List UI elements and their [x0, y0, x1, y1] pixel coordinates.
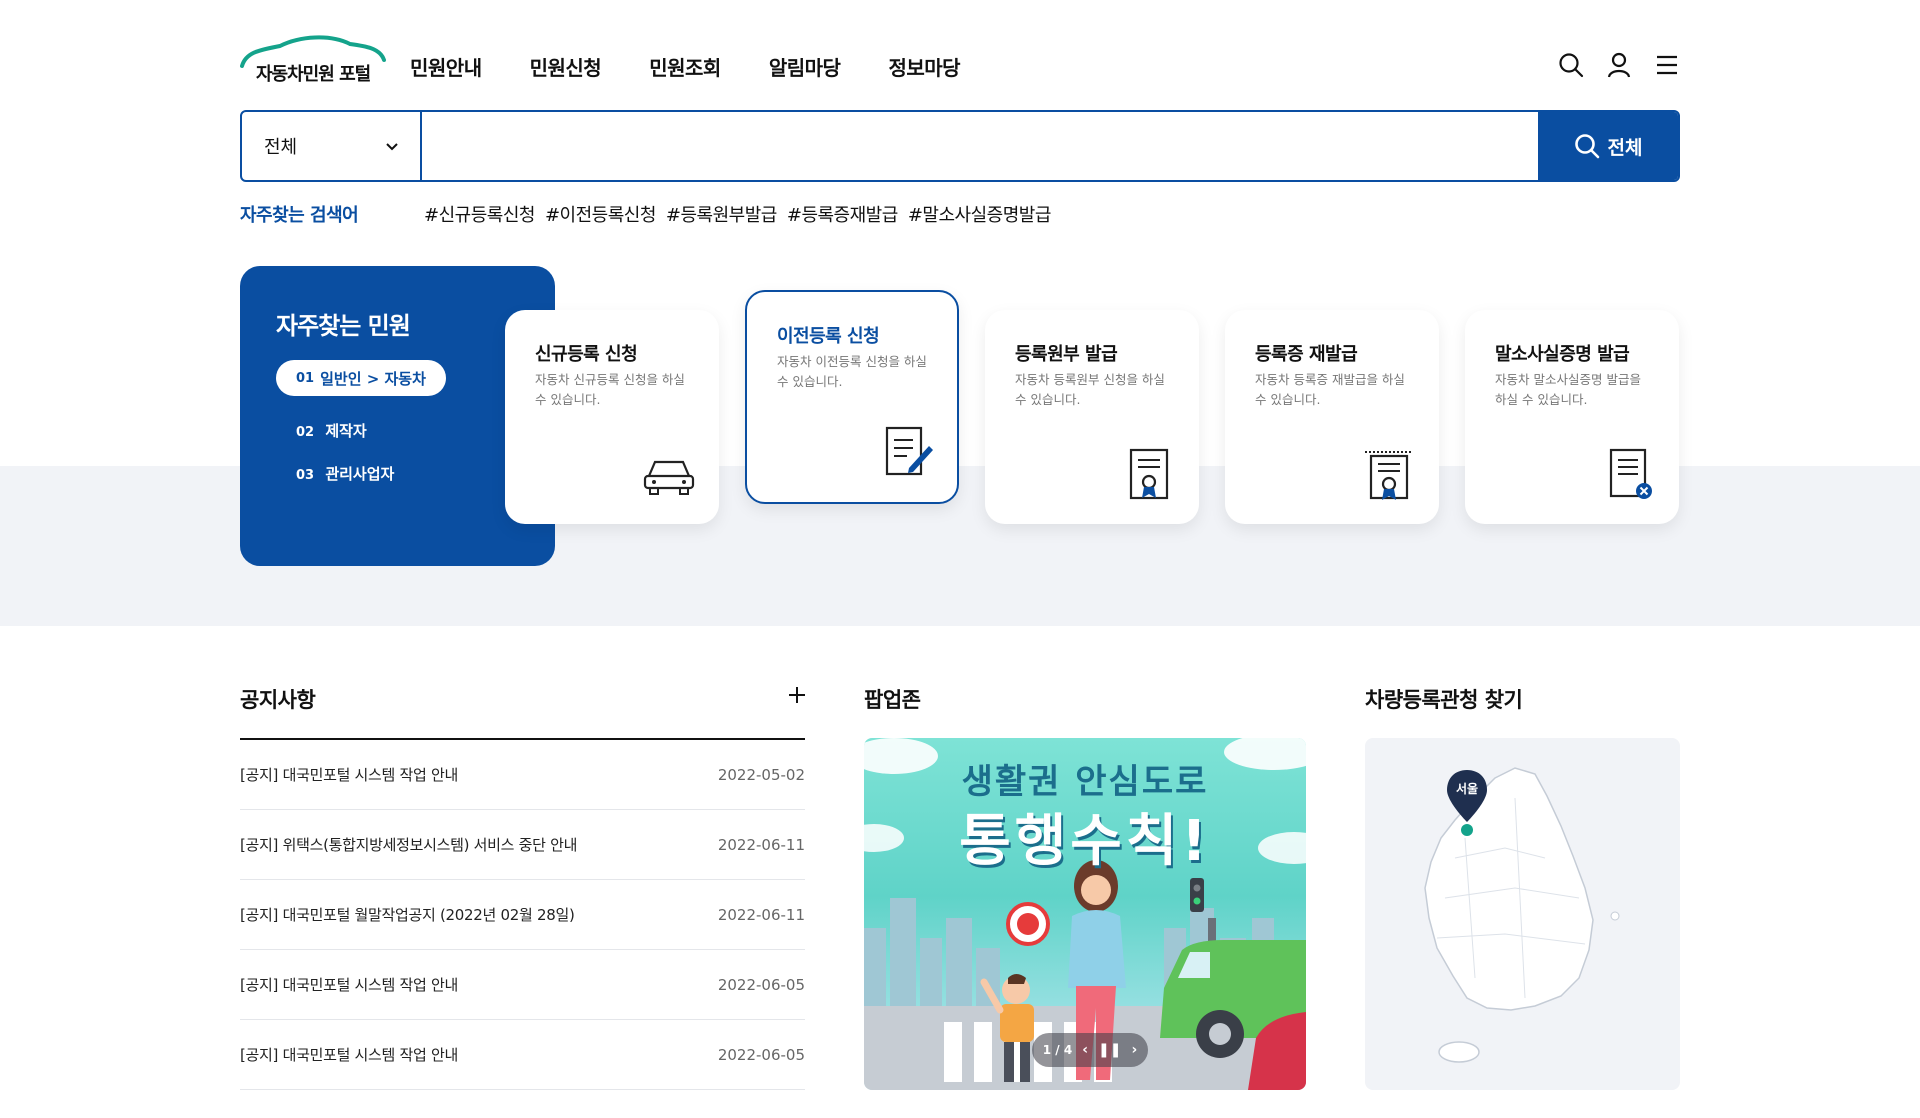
- search-category-value: 전체: [264, 137, 298, 158]
- card-title: 신규등록 신청: [535, 344, 638, 365]
- card-certificate-reissue[interactable]: 등록증 재발급 자동차 등록증 재발급을 하실 수 있습니다.: [1225, 310, 1439, 524]
- notice-text: [공지] 대국민포털 월말작업공지 (2022년 02월 28일): [240, 906, 575, 924]
- tab-general-car[interactable]: 01 일반인 > 자동차: [276, 360, 446, 396]
- office-finder-map[interactable]: 서울: [1365, 738, 1680, 1090]
- card-title: 등록원부 발급: [1015, 344, 1118, 365]
- menu-icon[interactable]: [1654, 52, 1680, 78]
- map-pin-label: 서울: [1455, 782, 1479, 796]
- frequent-services-title: 자주찾는 민원: [276, 312, 411, 340]
- keyword-item[interactable]: #말소사실증명발급: [908, 201, 1052, 227]
- card-deregistration-proof[interactable]: 말소사실증명 발급 자동차 말소사실증명 발급을 하실 수 있습니다.: [1465, 310, 1679, 524]
- car-icon: [643, 460, 695, 495]
- search-icon[interactable]: [1558, 52, 1584, 78]
- popup-pager: 1 / 4: [1042, 1043, 1073, 1057]
- nav-guide[interactable]: 민원안내: [410, 52, 482, 81]
- nav-notice[interactable]: 알림마당: [769, 52, 841, 81]
- logo[interactable]: 자동차민원 포털: [240, 28, 390, 85]
- card-desc: 자동차 말소사실증명 발급을 하실 수 있습니다.: [1495, 372, 1641, 407]
- tab-number: 02: [296, 425, 315, 440]
- notice-item[interactable]: [공지] 대국민포털 시스템 작업 안내 2022-06-05: [240, 1020, 805, 1090]
- search-button-icon: [1574, 134, 1599, 159]
- keyword-item[interactable]: #등록원부발급: [666, 201, 777, 227]
- document-edit-icon: [885, 426, 933, 476]
- notice-item[interactable]: [공지] 위택스(통합지방세정보시스템) 서비스 중단 안내 2022-06-1…: [240, 810, 805, 880]
- pause-icon[interactable]: ❚❚: [1098, 1042, 1121, 1058]
- nav-inquiry[interactable]: 민원조회: [649, 52, 721, 81]
- card-desc: 자동차 등록원부 신청을 하실 수 있습니다.: [1015, 372, 1165, 407]
- document-cancel-icon: [1609, 448, 1652, 499]
- notice-text: [공지] 대국민포털 시스템 작업 안내: [240, 976, 458, 994]
- logo-text: 자동차민원 포털: [256, 64, 371, 85]
- notice-date: 2022-06-11: [717, 835, 805, 854]
- office-finder-title: 차량등록관청 찾기: [1365, 688, 1523, 712]
- search-input[interactable]: [422, 112, 1538, 180]
- card-desc: 자동차 등록증 재발급을 하실 수 있습니다.: [1255, 372, 1405, 407]
- main-nav: 민원안내 민원신청 민원조회 알림마당 정보마당: [410, 52, 961, 81]
- notice-item[interactable]: [공지] 대국민포털 시스템 작업 안내 2022-06-05: [240, 950, 805, 1020]
- notice-date: 2022-05-02: [717, 765, 805, 784]
- card-title: 이전등록 신청: [777, 326, 880, 347]
- keyword-item[interactable]: #이전등록신청: [545, 201, 656, 227]
- tab-label: 제작자: [325, 422, 367, 440]
- chevron-right-icon[interactable]: ›: [1131, 1042, 1137, 1058]
- keyword-item[interactable]: #신규등록신청: [424, 201, 535, 227]
- search-category-select[interactable]: 전체: [242, 112, 422, 180]
- card-transfer-registration[interactable]: 이전등록 신청 자동차 이전등록 신청을 하실 수 있습니다.: [745, 290, 959, 504]
- notice-item[interactable]: [공지] 대국민포털 월말작업공지 (2022년 02월 28일) 2022-0…: [240, 880, 805, 950]
- notice-title: 공지사항: [240, 688, 316, 712]
- util-menu: [1558, 52, 1680, 78]
- map-pin-seoul[interactable]: 서울: [1445, 768, 1489, 824]
- card-new-registration[interactable]: 신규등록 신청 자동차 신규등록 신청을 하실 수 있습니다.: [505, 310, 719, 524]
- tab-business[interactable]: 03 관리사업자: [296, 463, 394, 484]
- tab-label: 관리사업자: [325, 465, 395, 483]
- chevron-down-icon: [386, 143, 398, 151]
- user-icon[interactable]: [1606, 52, 1632, 78]
- search-button-label: 전체: [1607, 136, 1643, 159]
- nav-apply[interactable]: 민원신청: [530, 52, 602, 81]
- plus-icon[interactable]: [786, 684, 808, 706]
- keyword-item[interactable]: #등록증재발급: [787, 201, 898, 227]
- popup-banner-line2: 통행수칙!: [959, 809, 1211, 874]
- popup-controls: 1 / 4 ‹ ❚❚ ›: [1032, 1033, 1148, 1067]
- notice-date: 2022-06-05: [717, 1045, 805, 1064]
- certificate-reissue-icon: [1365, 451, 1413, 500]
- card-desc: 자동차 이전등록 신청을 하실 수 있습니다.: [777, 354, 927, 389]
- nav-info[interactable]: 정보마당: [888, 52, 960, 81]
- popular-keywords: 자주찾는 검색어 #신규등록신청 #이전등록신청 #등록원부발급 #등록증재발급…: [240, 200, 1051, 228]
- tab-number: 01: [296, 370, 315, 386]
- card-registry-copy[interactable]: 등록원부 발급 자동차 등록원부 신청을 하실 수 있습니다.: [985, 310, 1199, 524]
- notice-text: [공지] 대국민포털 시스템 작업 안내: [240, 1046, 458, 1064]
- popup-zone-title: 팝업존: [864, 688, 921, 712]
- chevron-left-icon[interactable]: ‹: [1082, 1042, 1088, 1058]
- notice-text: [공지] 대국민포털 시스템 작업 안내: [240, 766, 458, 784]
- search-bar: 전체 전체: [240, 110, 1680, 182]
- search-button[interactable]: 전체: [1538, 112, 1678, 180]
- card-title: 말소사실증명 발급: [1495, 344, 1630, 365]
- korea-map: [1424, 767, 1620, 1063]
- certificate-icon: [1129, 448, 1169, 500]
- notice-date: 2022-06-11: [717, 905, 805, 924]
- tab-manufacturer[interactable]: 02 제작자: [296, 420, 367, 441]
- notice-date: 2022-06-05: [717, 975, 805, 994]
- notice-item[interactable]: [공지] 대국민포털 시스템 작업 안내 2022-05-02: [240, 740, 805, 810]
- popup-banner[interactable]: 생활권 안심도로 통행수칙! 1 / 4 ‹ ❚❚ ›: [864, 738, 1306, 1090]
- header: 자동차민원 포털 민원안내 민원신청 민원조회 알림마당 정보마당: [240, 28, 1680, 108]
- notice-text: [공지] 위택스(통합지방세정보시스템) 서비스 중단 안내: [240, 836, 578, 854]
- card-desc: 자동차 신규등록 신청을 하실 수 있습니다.: [535, 372, 685, 407]
- card-title: 등록증 재발급: [1255, 344, 1358, 365]
- tab-number: 03: [296, 468, 315, 483]
- keyword-list: #신규등록신청 #이전등록신청 #등록원부발급 #등록증재발급 #말소사실증명발…: [424, 201, 1051, 227]
- notice-list: [공지] 대국민포털 시스템 작업 안내 2022-05-02 [공지] 위택스…: [240, 740, 805, 1090]
- tab-label: 일반인 > 자동차: [320, 369, 426, 388]
- popular-keywords-title: 자주찾는 검색어: [240, 205, 359, 226]
